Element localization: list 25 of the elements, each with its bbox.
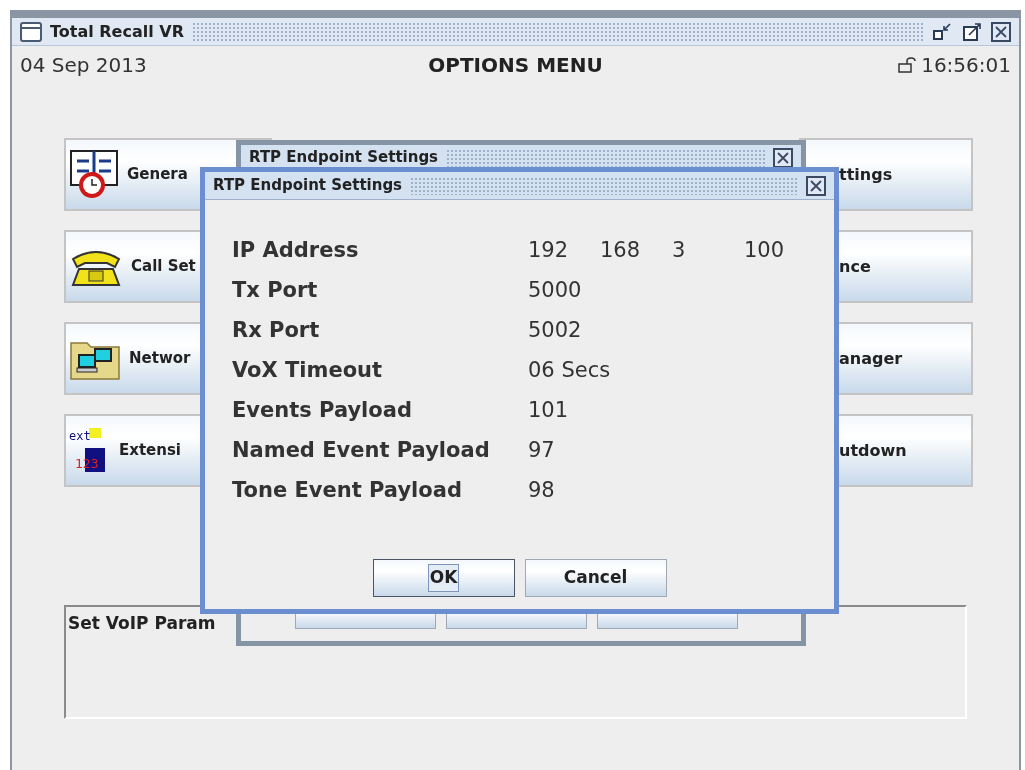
calendar-clock-icon [69,148,119,201]
field-value: 192 [528,236,570,264]
time-label: 16:56:01 [921,52,1011,79]
close-button[interactable] [991,21,1011,42]
window-icon [20,21,42,42]
field-value: 168 [600,236,642,264]
field-value: 06 Secs [528,356,611,384]
dialog-button[interactable]: Cancel [524,559,667,597]
field-value: 97 [528,436,555,464]
dialog-button[interactable]: OK [372,559,515,597]
close-button[interactable] [806,175,826,196]
close-button[interactable] [773,147,793,168]
field-value: 5002 [528,316,582,344]
status-text: Set VoIP Param [68,613,216,633]
maximize-button[interactable] [961,21,983,42]
minimize-button[interactable] [931,21,953,42]
menu-title: OPTIONS MENU [428,52,603,79]
field-value: 3 [672,236,687,264]
field-value: 101 [528,396,569,424]
padlock-icon [897,57,918,73]
field-value: 5000 [528,276,582,304]
field-value: 100 [744,236,786,264]
date-label: 04 Sep 2013 [20,52,148,79]
window-title: Total Recall VR [50,20,184,43]
field-value: 98 [528,476,555,504]
